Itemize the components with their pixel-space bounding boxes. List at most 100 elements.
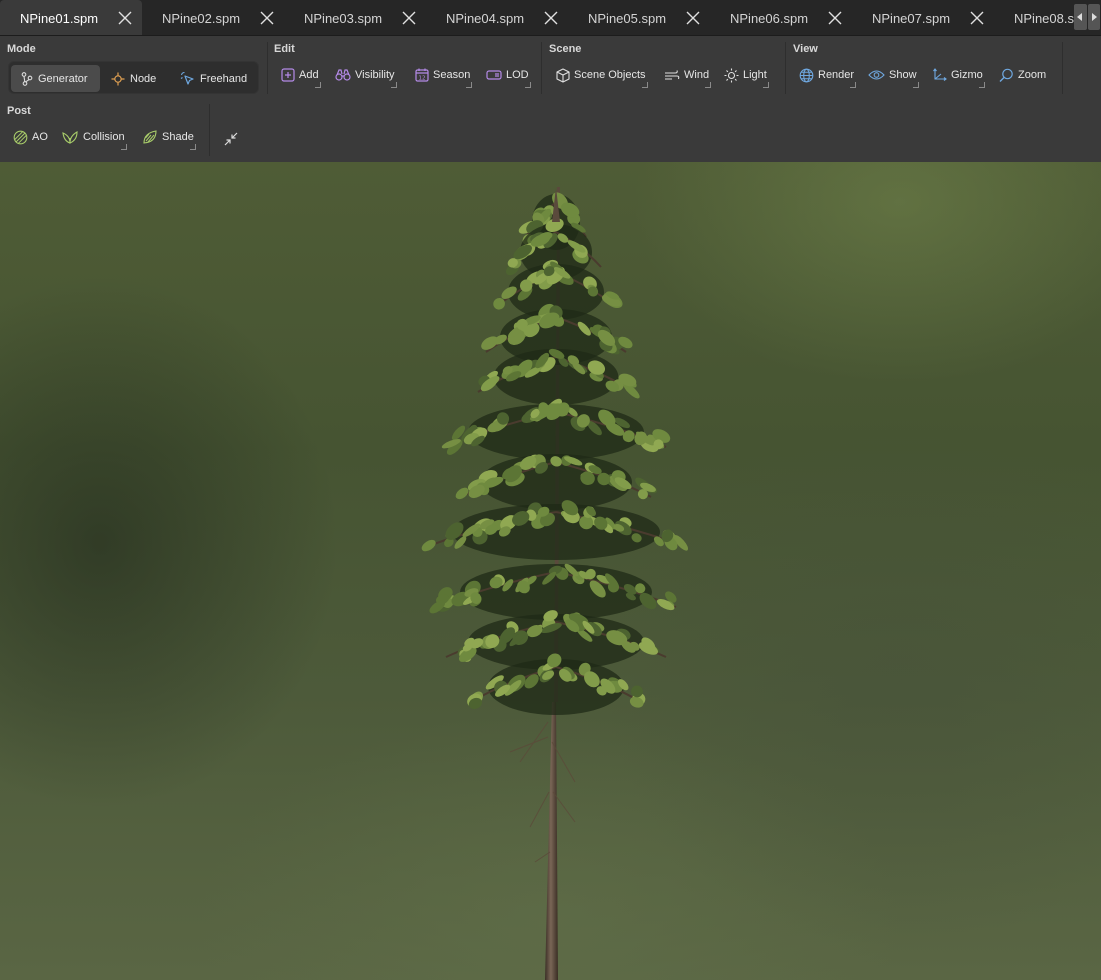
dropdown-corner	[120, 144, 127, 150]
shade-leaf-icon	[143, 129, 157, 144]
cube-icon	[556, 67, 570, 83]
calendar-icon: 12	[415, 68, 429, 82]
wind-icon	[665, 70, 680, 80]
collapse-ribbon-button[interactable]	[222, 126, 242, 152]
ribbon-toolbar: Mode Generator Node Freehand Edit Add Vi…	[0, 36, 1101, 162]
group-divider	[1062, 42, 1063, 94]
dropdown-corner	[912, 82, 919, 88]
lod-button[interactable]: LOD	[484, 62, 531, 88]
chevron-right-icon	[1091, 13, 1097, 21]
post-group: Post AO Collision Shade	[0, 98, 210, 160]
tab-label: NPine06.spm	[730, 10, 809, 26]
tab-scroll-right-button[interactable]	[1087, 4, 1100, 30]
leaf-icon	[62, 131, 78, 144]
dropdown-corner	[705, 82, 712, 88]
binoculars-icon	[335, 69, 351, 81]
document-tab-bar: NPine01.spm NPine02.spm NPine03.spm NPin…	[0, 0, 1101, 36]
sun-icon	[724, 68, 739, 82]
dropdown-corner	[641, 82, 648, 88]
scene-objects-button[interactable]: Scene Objects	[554, 62, 648, 88]
wind-label: Wind	[684, 69, 710, 81]
pine-tree-model	[421, 187, 689, 980]
collapse-arrows-icon	[224, 132, 238, 146]
freehand-mode-button[interactable]: Freehand	[170, 65, 256, 92]
tab-npine02[interactable]: NPine02.spm	[142, 0, 284, 35]
lod-icon	[486, 70, 502, 80]
scene-group: Scene Scene Objects Wind Light	[542, 36, 785, 98]
dropdown-corner	[314, 82, 321, 88]
season-button[interactable]: 12 Season	[413, 62, 473, 88]
close-icon[interactable]	[686, 11, 700, 25]
zoom-label: Zoom	[1018, 69, 1047, 81]
3d-viewport[interactable]	[0, 162, 1101, 980]
render-button[interactable]: Render	[797, 62, 857, 88]
collision-button[interactable]: Collision	[59, 124, 127, 150]
season-label: Season	[433, 69, 471, 81]
view-group-title: View	[793, 43, 818, 55]
tab-label: NPine04.spm	[446, 10, 525, 26]
tab-label: NPine01.spm	[20, 10, 99, 26]
plus-box-icon	[281, 68, 295, 82]
close-icon[interactable]	[402, 11, 416, 25]
show-button[interactable]: Show	[866, 62, 919, 88]
node-icon	[111, 72, 125, 85]
shade-button[interactable]: Shade	[140, 124, 196, 150]
chevron-left-icon	[1077, 13, 1083, 21]
tab-npine04[interactable]: NPine04.spm	[426, 0, 568, 35]
close-icon[interactable]	[260, 11, 274, 25]
add-button[interactable]: Add	[279, 62, 321, 88]
tab-npine01[interactable]: NPine01.spm	[0, 0, 142, 35]
close-icon[interactable]	[118, 11, 132, 25]
tab-npine07[interactable]: NPine07.spm	[852, 0, 994, 35]
render-label: Render	[818, 69, 855, 81]
magnifier-icon	[999, 68, 1013, 82]
tree-trunk	[545, 702, 558, 980]
dropdown-corner	[850, 82, 857, 88]
tab-npine05[interactable]: NPine05.spm	[568, 0, 710, 35]
dropdown-corner	[390, 82, 397, 88]
light-button[interactable]: Light	[722, 62, 769, 88]
view-group: View Render Show Gizmo Zoom	[786, 36, 1062, 98]
dropdown-corner	[762, 82, 769, 88]
tab-scroll-left-button[interactable]	[1074, 4, 1087, 30]
tab-label: NPine02.spm	[162, 10, 241, 26]
ao-label: AO	[32, 131, 48, 143]
visibility-button[interactable]: Visibility	[333, 62, 397, 88]
lower-twigs	[509, 721, 576, 863]
lod-label: LOD	[506, 69, 529, 81]
gizmo-button[interactable]: Gizmo	[930, 62, 985, 88]
pine-foliage	[421, 187, 689, 715]
light-label: Light	[743, 69, 767, 81]
branch-icon	[21, 71, 33, 86]
collision-label: Collision	[83, 131, 125, 143]
dropdown-corner	[466, 82, 473, 88]
mode-group-title: Mode	[7, 43, 36, 55]
close-icon[interactable]	[544, 11, 558, 25]
leaf-clump	[421, 539, 436, 552]
tab-scroll-buttons	[1074, 4, 1101, 30]
edit-group-title: Edit	[274, 43, 295, 55]
scene-objects-label: Scene Objects	[574, 69, 646, 81]
show-label: Show	[889, 69, 917, 81]
node-mode-button[interactable]: Node	[101, 65, 169, 92]
tab-label: NPine07.spm	[872, 10, 951, 26]
eye-icon	[868, 70, 885, 80]
close-icon[interactable]	[828, 11, 842, 25]
ao-button[interactable]: AO	[11, 124, 48, 150]
freehand-mode-label: Freehand	[200, 72, 248, 85]
tab-npine03[interactable]: NPine03.spm	[284, 0, 426, 35]
shade-label: Shade	[162, 131, 194, 143]
generator-mode-button[interactable]: Generator	[11, 65, 100, 92]
visibility-label: Visibility	[355, 69, 395, 81]
group-divider	[209, 104, 210, 156]
tab-npine06[interactable]: NPine06.spm	[710, 0, 852, 35]
tab-label: NPine05.spm	[588, 10, 667, 26]
add-label: Add	[299, 69, 319, 81]
dropdown-corner	[189, 144, 196, 150]
mode-group: Mode Generator Node Freehand	[0, 36, 266, 98]
zoom-button[interactable]: Zoom	[997, 62, 1046, 88]
close-icon[interactable]	[970, 11, 984, 25]
cursor-icon	[180, 71, 194, 85]
axis-icon	[933, 67, 947, 81]
wind-button[interactable]: Wind	[662, 62, 712, 88]
